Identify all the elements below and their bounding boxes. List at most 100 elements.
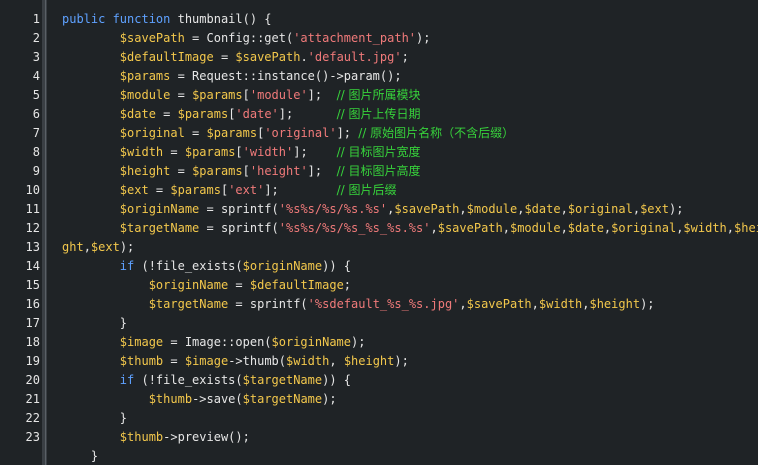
code-line: $params = Request::instance()->param(); <box>62 67 402 86</box>
string-token: '%sdefault_%s_%s.jpg' <box>307 297 460 311</box>
variable-token: $height <box>119 164 171 178</box>
comment-token: // 目标图片高度 <box>336 164 421 178</box>
line-number: 13 <box>25 240 40 254</box>
variable-token: $ext <box>90 240 120 254</box>
code-token: , <box>430 221 438 235</box>
code-token: ); <box>640 297 655 311</box>
variable-token: $hei <box>734 221 758 235</box>
line-number: 17 <box>25 316 40 330</box>
code-token: ); <box>119 240 135 254</box>
code-token: ]; <box>278 107 337 121</box>
code-token: = <box>228 278 250 292</box>
code-token: ]; <box>307 164 337 178</box>
variable-token: $params <box>206 126 258 140</box>
variable-token: $originName <box>119 202 200 216</box>
code-line: } <box>62 314 127 333</box>
variable-token: ght <box>62 240 84 254</box>
code-token: )) { <box>322 373 352 387</box>
variable-token: $params <box>184 145 236 159</box>
code-line: $originName = sprintf('%s%s/%s/%s.%s',$s… <box>62 200 684 219</box>
line-number: 21 <box>25 392 40 406</box>
code-token: = <box>163 145 185 159</box>
code-line: $height = $params['height']; // 目标图片高度 <box>62 162 421 181</box>
variable-token: $module <box>466 202 518 216</box>
code-token: = Image::open( <box>163 335 272 349</box>
line-number: 9 <box>32 164 40 178</box>
line-number: 3 <box>32 50 40 64</box>
code-token: thumbnail() { <box>177 12 272 26</box>
code-line: $thumb->preview(); <box>62 428 250 447</box>
code-token: ); <box>668 202 684 216</box>
variable-token: $height <box>589 297 641 311</box>
code-token: ); <box>322 392 337 406</box>
string-token: 'height' <box>249 164 308 178</box>
comment-token: // 图片后缀 <box>336 183 397 197</box>
string-token: 'original' <box>264 126 337 140</box>
code-line: $ext = $params['ext']; // 图片后缀 <box>62 181 397 200</box>
code-token: ->preview(); <box>163 430 250 444</box>
string-token: 'date' <box>235 107 279 121</box>
code-line: public function thumbnail() { <box>62 10 272 29</box>
code-token: , <box>632 202 641 216</box>
code-token: = <box>148 183 171 197</box>
variable-token: $savePath <box>119 31 185 45</box>
code-line: $targetName = sprintf('%sdefault_%s_%s.j… <box>62 295 655 314</box>
code-line: $thumb = $image->thumb($width, $height); <box>62 352 409 371</box>
code-token: = sprintf( <box>228 297 308 311</box>
code-line: if (!file_exists($originName)) { <box>62 257 351 276</box>
code-token: [ <box>242 164 250 178</box>
code-token: ]; <box>307 88 337 102</box>
variable-token: $params <box>192 88 243 102</box>
comment-token: // 原始图片名称（不含后缀） <box>358 126 515 140</box>
code-token: = Config::get( <box>184 31 294 45</box>
code-line: $module = $params['module']; // 图片所属模块 <box>62 86 421 105</box>
code-token: = <box>213 50 236 64</box>
line-number: 20 <box>25 373 40 387</box>
code-token: ->save( <box>192 392 243 406</box>
variable-token: $height <box>343 354 395 368</box>
variable-token: $savePath <box>466 297 532 311</box>
line-number: 14 <box>25 259 40 273</box>
code-token: } <box>62 316 128 330</box>
code-token: , <box>329 354 344 368</box>
variable-token: $original <box>567 202 633 216</box>
variable-token: $width <box>538 297 583 311</box>
variable-token: $targetName <box>119 221 200 235</box>
code-token: )) { <box>322 259 352 273</box>
code-token: = Request::instance()->param(); <box>170 69 402 83</box>
code-token: ->thumb( <box>228 354 286 368</box>
code-line: $originName = $defaultImage; <box>62 276 351 295</box>
line-number-gutter: 1 2 3 4 5 6 7 8 9 10 11 12 13 14 15 16 17 18 19 20 21 22 23 <box>0 0 42 465</box>
code-token: } <box>62 411 128 425</box>
code-area[interactable]: public function thumbnail() { $savePath … <box>62 0 758 465</box>
line-number: 7 <box>32 126 40 140</box>
string-token: 'width' <box>242 145 294 159</box>
code-line: $date = $params['date']; // 图片上传日期 <box>62 105 421 124</box>
variable-token: $date <box>524 202 561 216</box>
code-token: ); <box>394 354 409 368</box>
code-line: } <box>62 409 127 428</box>
string-token: 'attachment_path' <box>293 31 417 45</box>
code-token: , <box>459 297 467 311</box>
variable-token: $thumb <box>148 392 193 406</box>
code-token: ); <box>416 31 431 45</box>
code-token: (!file_exists( <box>134 373 243 387</box>
comment-token: // 目标图片宽度 <box>336 145 421 159</box>
variable-token: $params <box>170 183 221 197</box>
code-token: = <box>155 107 178 121</box>
code-token: = <box>170 164 193 178</box>
code-token: ]; <box>264 183 337 197</box>
line-number: 5 <box>32 88 40 102</box>
code-token: , <box>502 221 510 235</box>
